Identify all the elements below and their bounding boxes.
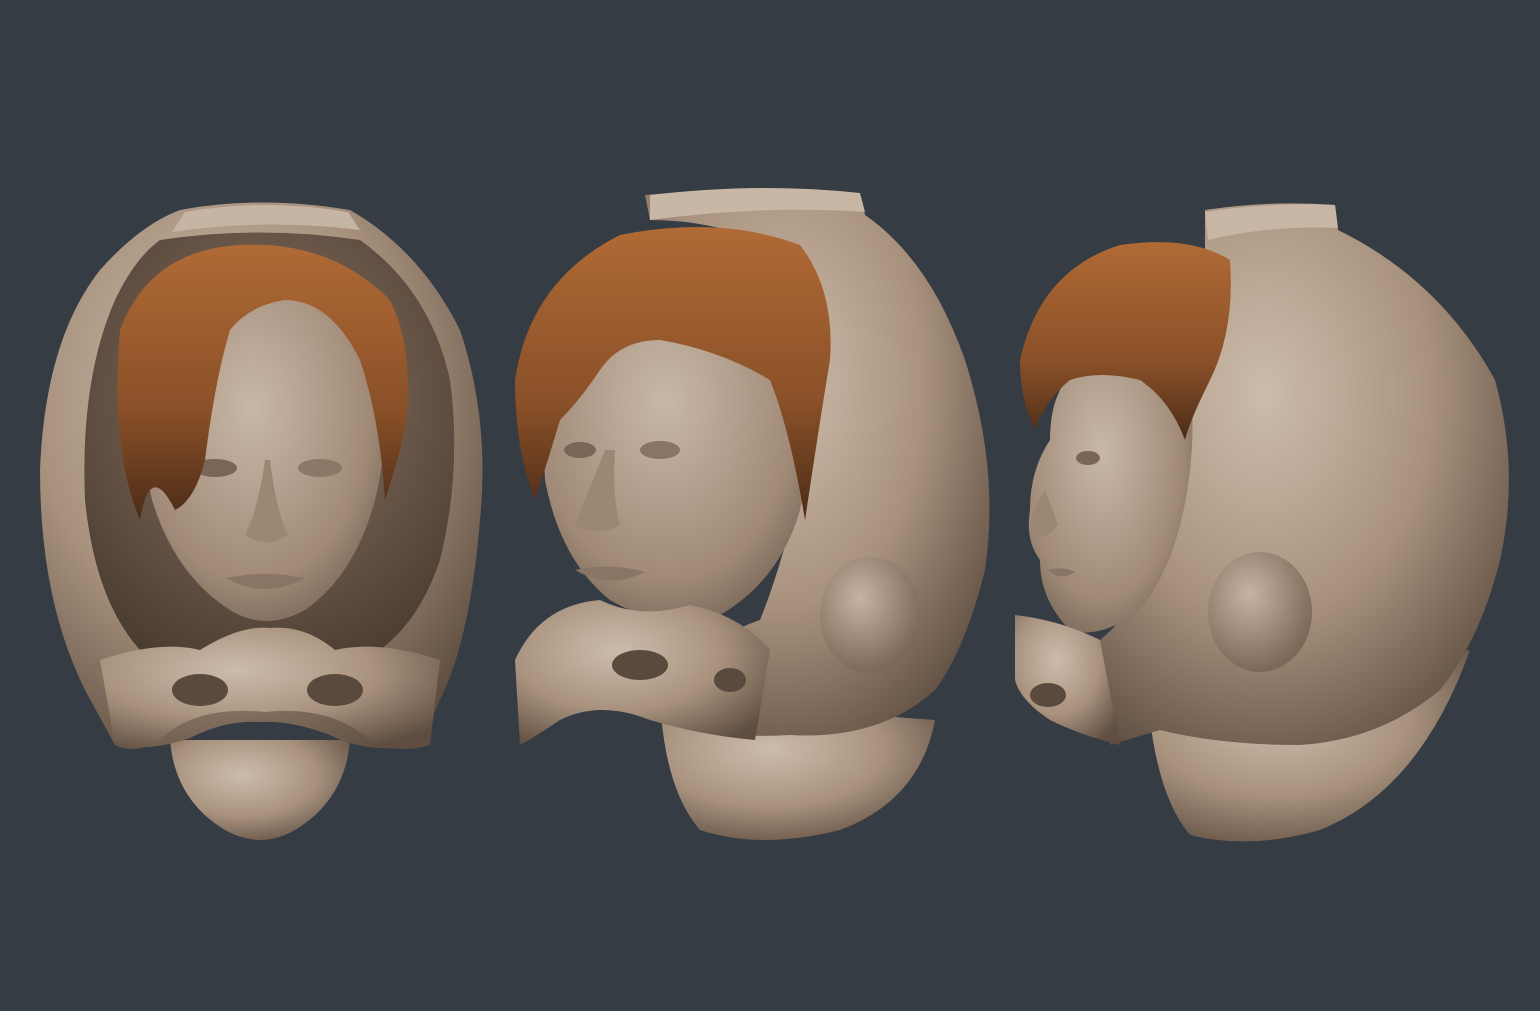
right-eye: [298, 459, 342, 477]
render-viewport: [0, 0, 1540, 1011]
side-view-helmet: [1015, 203, 1509, 842]
front-view-helmet: [40, 202, 483, 840]
helmet-renders: [40, 187, 1509, 842]
ear-pod: [820, 557, 920, 673]
three-quarter-view-helmet: [515, 187, 990, 840]
ear-pod: [1208, 552, 1312, 672]
